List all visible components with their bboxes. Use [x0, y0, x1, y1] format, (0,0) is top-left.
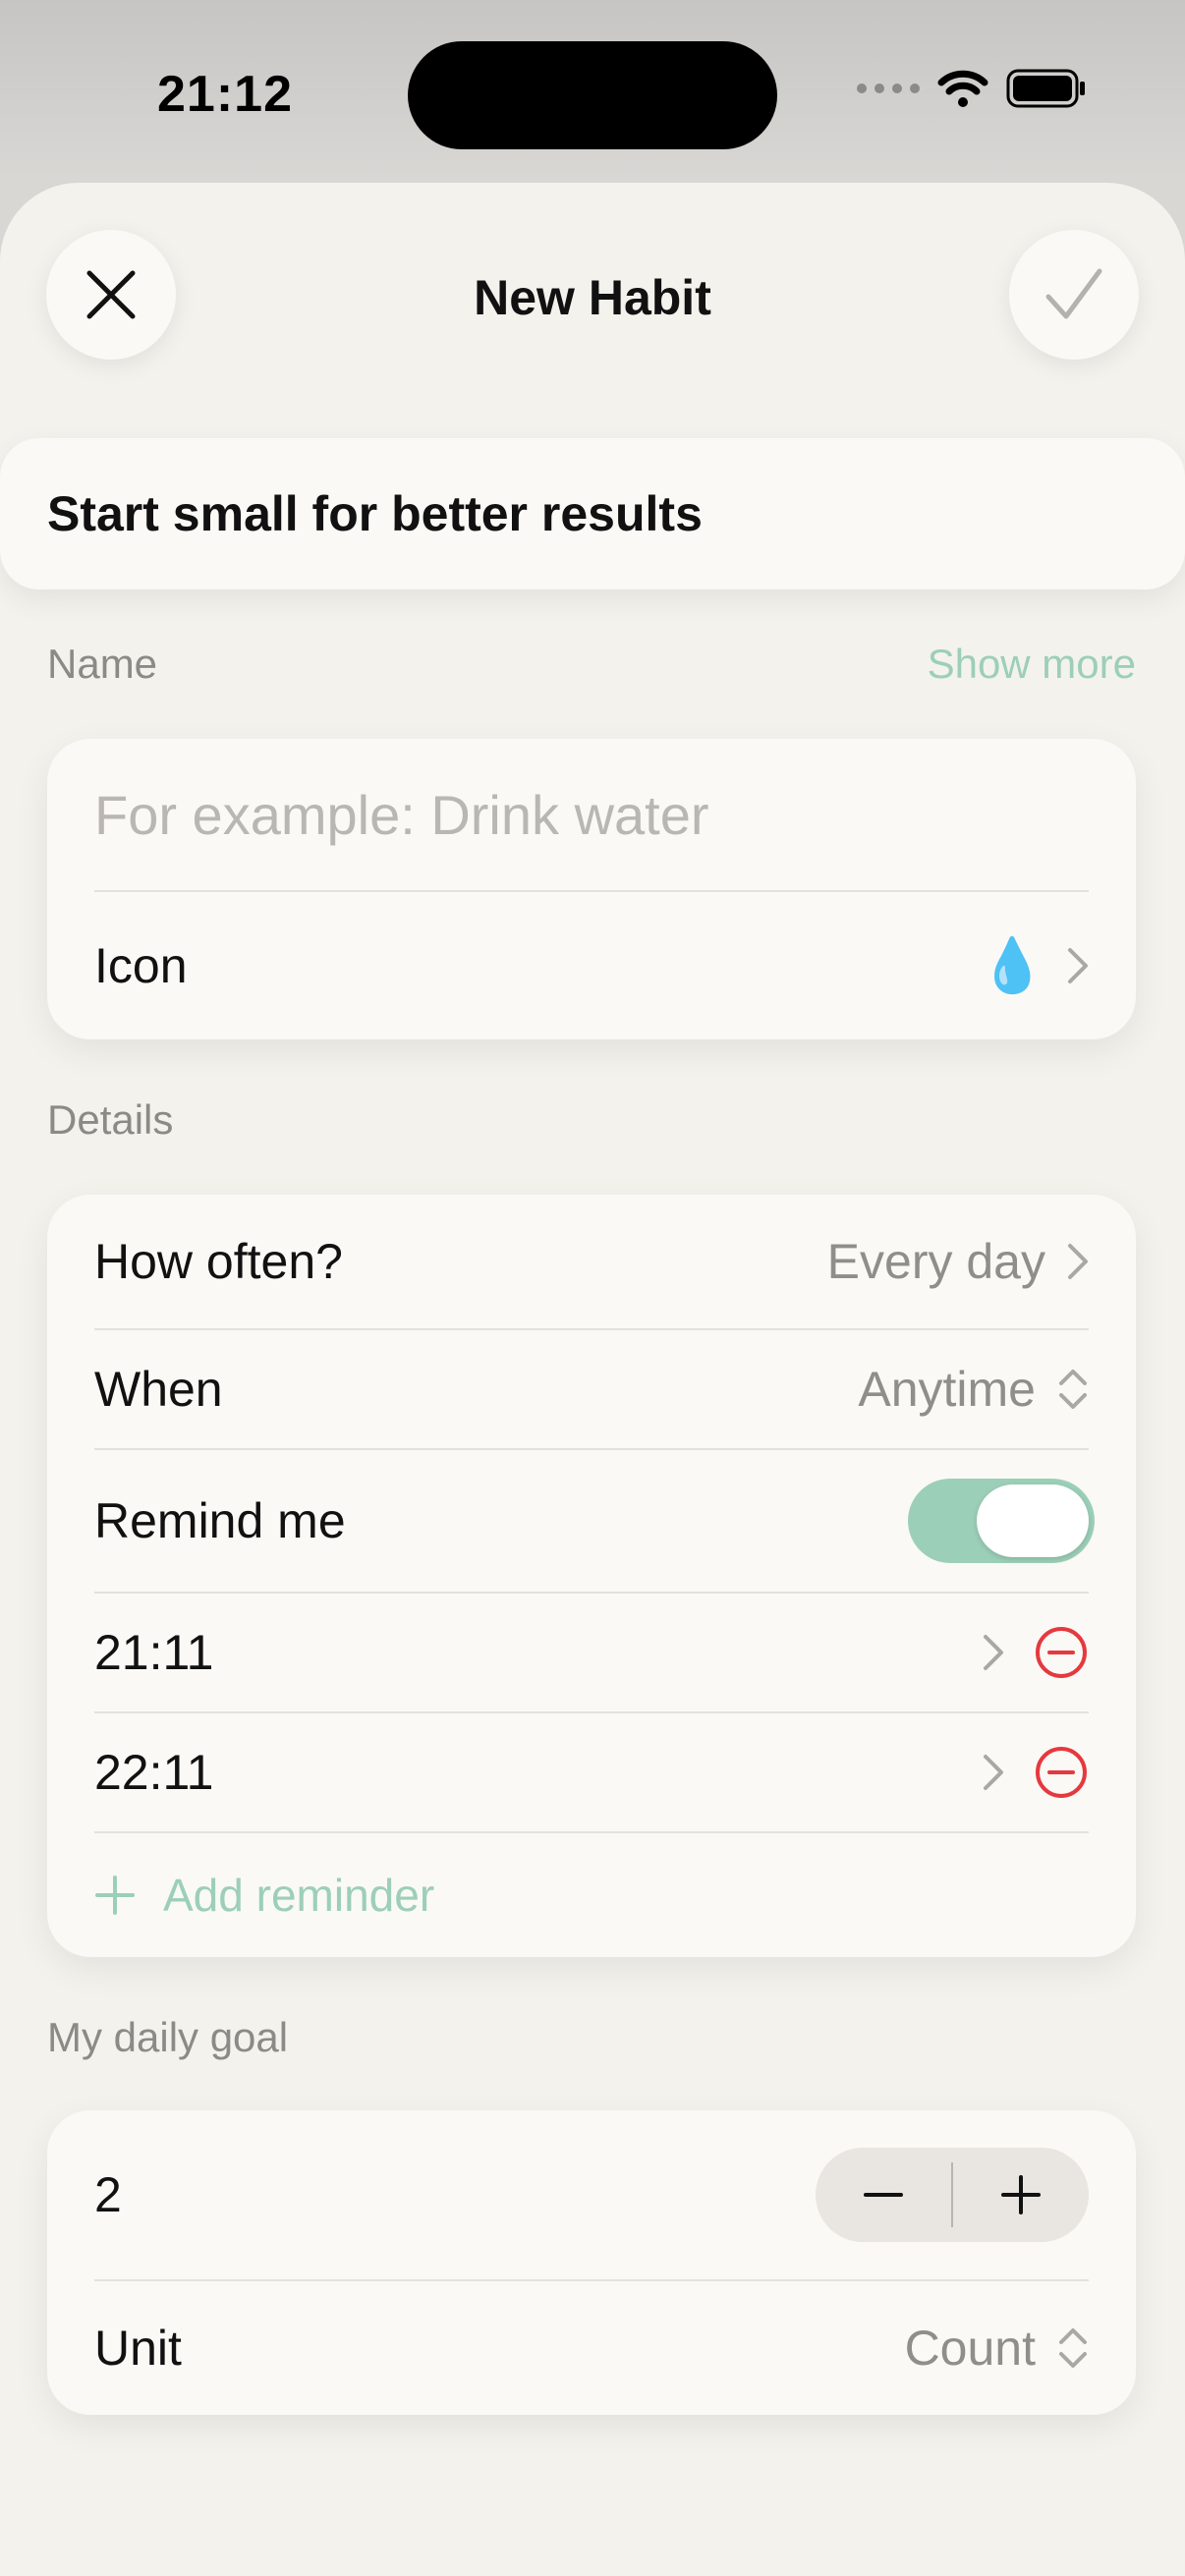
reminder-row[interactable]: 22:11 [94, 1713, 1089, 1833]
cellular-dots-icon [857, 84, 920, 93]
minus-icon [864, 2193, 903, 2197]
plus-icon [95, 1876, 135, 1915]
reminder-row[interactable]: 21:11 [94, 1594, 1089, 1713]
section-label-details: Details [47, 1096, 174, 1143]
when-value: Anytime [858, 1362, 1036, 1417]
section-label-name: Name [47, 641, 158, 687]
name-row[interactable]: For example: Drink water [94, 739, 1089, 892]
chevron-right-icon [984, 1755, 1003, 1790]
checkmark-icon [1045, 268, 1102, 319]
remove-reminder-icon[interactable] [1034, 1625, 1089, 1680]
how-often-value: Every day [826, 1234, 1045, 1289]
increment-button[interactable] [953, 2148, 1089, 2242]
chevron-right-icon [1068, 948, 1088, 983]
chevron-up-down-icon [1059, 1370, 1087, 1409]
how-often-label: How often? [94, 1234, 343, 1289]
status-time: 21:12 [157, 66, 293, 123]
remind-me-label: Remind me [94, 1493, 346, 1548]
remind-me-row: Remind me [94, 1450, 1095, 1594]
new-habit-sheet: New Habit Start small for better results… [0, 183, 1185, 2576]
unit-label: Unit [94, 2321, 182, 2376]
screen: 21:12 New Habit Start small for better r… [0, 0, 1185, 2576]
unit-value: Count [904, 2321, 1036, 2376]
chevron-right-icon [1068, 1244, 1088, 1279]
tip-banner: Start small for better results [0, 438, 1185, 589]
goal-stepper [816, 2148, 1089, 2242]
add-reminder-label: Add reminder [163, 1870, 435, 1921]
confirm-button[interactable] [1009, 230, 1139, 360]
chevron-up-down-icon [1059, 2328, 1087, 2368]
icon-row[interactable]: Icon 💧 [94, 892, 1089, 1039]
page-title: New Habit [474, 270, 711, 325]
dynamic-island [408, 41, 777, 149]
show-more-link[interactable]: Show more [928, 641, 1136, 688]
add-reminder-button[interactable]: Add reminder [94, 1833, 1089, 1957]
when-row[interactable]: When Anytime [94, 1330, 1089, 1450]
remove-reminder-icon[interactable] [1034, 1745, 1089, 1800]
name-card: For example: Drink water Icon 💧 [47, 739, 1136, 1039]
remind-me-toggle[interactable] [908, 1479, 1095, 1563]
wifi-icon [937, 70, 988, 107]
goal-value[interactable]: 2 [94, 2166, 122, 2223]
details-card: How often? Every day When Anytime Remind… [47, 1195, 1136, 1957]
goal-row: 2 [94, 2110, 1089, 2281]
section-label-goal: My daily goal [47, 2014, 289, 2060]
how-often-row[interactable]: How often? Every day [94, 1195, 1089, 1330]
status-icons [857, 69, 1087, 108]
goal-card: 2 Unit Count [47, 2110, 1136, 2415]
when-label: When [94, 1362, 223, 1417]
plus-icon [1001, 2175, 1041, 2214]
decrement-button[interactable] [816, 2148, 951, 2242]
unit-row[interactable]: Unit Count [94, 2281, 1089, 2415]
water-drop-icon: 💧 [979, 935, 1045, 995]
icon-label: Icon [94, 938, 188, 993]
battery-icon [1006, 69, 1085, 108]
chevron-right-icon [984, 1635, 1003, 1670]
name-input-placeholder[interactable]: For example: Drink water [94, 783, 709, 847]
toggle-knob [977, 1484, 1089, 1557]
reminder-time: 21:11 [94, 1625, 214, 1680]
tip-text: Start small for better results [47, 486, 703, 541]
reminder-time: 22:11 [94, 1745, 214, 1800]
